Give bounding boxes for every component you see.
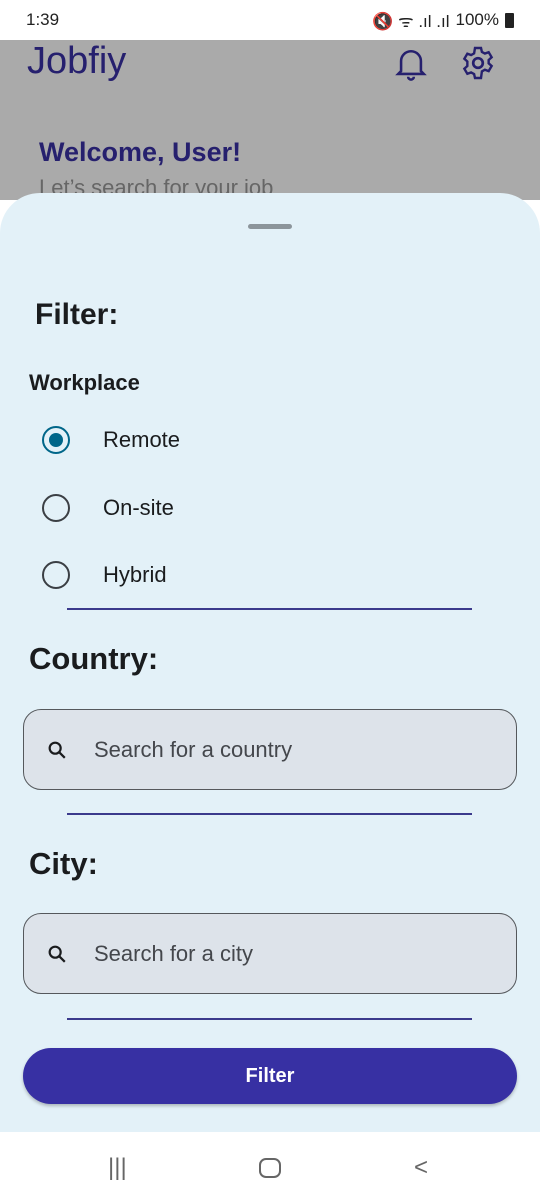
workplace-label: Workplace (29, 370, 140, 395)
country-placeholder: Search for a country (94, 736, 293, 762)
country-search-input[interactable]: Search for a country (23, 709, 517, 790)
app-logo: Jobfiy (27, 40, 127, 82)
welcome-heading: Welcome, User! (39, 137, 242, 167)
recent-apps-icon[interactable]: ||| (108, 1154, 127, 1182)
signal-icons: 🔇 ᯤ .ıl .ıl (372, 11, 450, 31)
status-time: 1:39 (26, 10, 60, 29)
city-placeholder: Search for a city (94, 940, 253, 966)
radio-label: Remote (103, 427, 181, 452)
back-icon[interactable]: < (414, 1154, 428, 1182)
radio-hybrid[interactable]: Hybrid (42, 561, 167, 589)
radio-onsite[interactable]: On-site (42, 494, 174, 522)
radio-label: Hybrid (103, 562, 167, 587)
divider (67, 1018, 472, 1020)
radio-selected-icon[interactable] (42, 426, 70, 454)
system-nav-bar: ||| < (0, 1132, 540, 1200)
radio-unselected-icon[interactable] (42, 561, 70, 589)
bell-icon[interactable] (394, 44, 428, 84)
city-label: City: (29, 846, 98, 881)
city-search-input[interactable]: Search for a city (23, 913, 517, 994)
divider (67, 608, 472, 610)
filter-bottom-sheet: Filter: Workplace Remote On-site Hybrid … (0, 193, 540, 1132)
gear-icon[interactable] (460, 44, 496, 82)
drag-handle[interactable] (248, 224, 292, 229)
filter-button[interactable]: Filter (23, 1048, 517, 1104)
status-bar: 1:39 🔇 ᯤ .ıl .ıl 100% (0, 0, 540, 40)
battery-level: 100% (455, 10, 499, 29)
radio-label: On-site (103, 495, 174, 520)
battery-icon (505, 12, 514, 28)
home-icon[interactable] (259, 1158, 281, 1178)
radio-remote[interactable]: Remote (42, 426, 180, 454)
country-label: Country: (29, 641, 159, 676)
search-icon (48, 945, 66, 963)
divider (67, 813, 472, 815)
radio-unselected-icon[interactable] (42, 494, 70, 522)
filter-title: Filter: (35, 298, 119, 331)
search-icon (48, 741, 66, 759)
